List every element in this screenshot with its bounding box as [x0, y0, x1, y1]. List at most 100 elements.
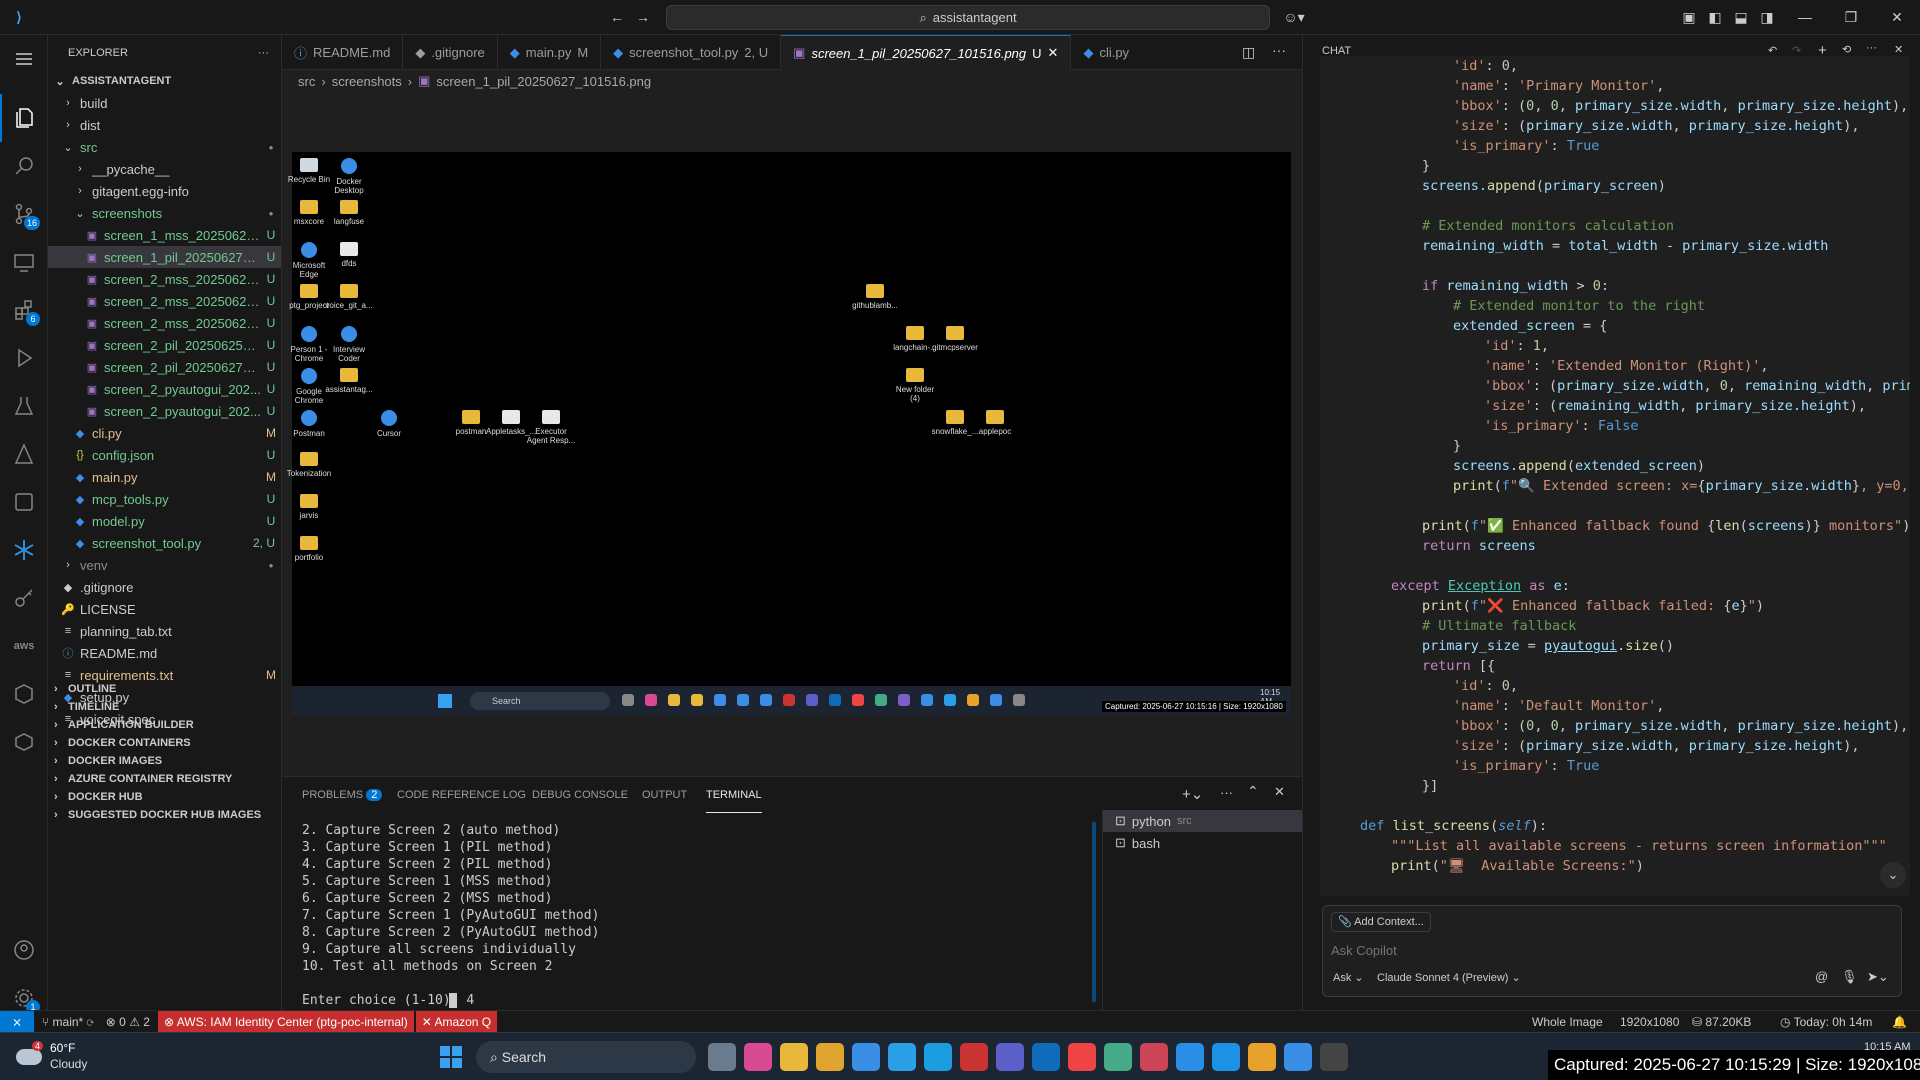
explorer-icon[interactable] [0, 94, 48, 142]
windows-start-button[interactable] [440, 1046, 462, 1068]
source-control-icon[interactable]: 16 [0, 190, 48, 238]
tab-terminal[interactable]: TERMINAL [706, 777, 762, 813]
file-tree-item[interactable]: ⌄ src ● [48, 136, 281, 158]
amazon-q-status-item[interactable]: ✕ Amazon Q [415, 1010, 498, 1033]
file-tree-item[interactable]: ⓘ README.md [48, 642, 281, 664]
sidebar-section[interactable]: › SUGGESTED DOCKER HUB IMAGES [48, 806, 281, 824]
file-tree-item[interactable]: › build [48, 92, 281, 114]
terminal-scrollbar[interactable] [1092, 822, 1096, 1002]
breadcrumb-item[interactable]: screen_1_pil_20250627_101516.png [436, 74, 651, 89]
tab-screenshot-tool[interactable]: ◆ screenshot_tool.py 2, U [601, 35, 782, 70]
taskbar-teams-icon[interactable] [996, 1043, 1024, 1071]
taskbar-edge-icon[interactable] [924, 1043, 952, 1071]
restore-icon[interactable]: ❐ [1842, 8, 1860, 26]
file-tree-item[interactable]: 🔑 LICENSE [48, 598, 281, 620]
taskbar-mybuild-icon[interactable] [852, 1043, 880, 1071]
taskbar-store-icon[interactable] [816, 1043, 844, 1071]
taskbar-folder-icon[interactable] [780, 1043, 808, 1071]
forward-arrow-icon[interactable]: → [634, 8, 652, 26]
taskbar-docker-icon[interactable] [1212, 1043, 1240, 1071]
new-terminal-icon[interactable]: +⌄ [1182, 785, 1203, 803]
time-tracker-item[interactable]: ◷ Today: 0h 14m [1780, 1015, 1872, 1029]
aws-explorer-icon[interactable] [0, 478, 48, 526]
search-icon[interactable] [0, 142, 48, 190]
file-tree-item[interactable]: › gitagent.egg-info [48, 180, 281, 202]
taskbar-help-icon[interactable] [888, 1043, 916, 1071]
file-tree-item[interactable]: › venv ● [48, 554, 281, 576]
tab-output[interactable]: OUTPUT [642, 777, 687, 813]
send-icon[interactable]: ➤⌄ [1867, 969, 1889, 985]
file-tree-item[interactable]: ▣ screen_2_pil_20250627_1... U [48, 356, 281, 378]
close-tab-icon[interactable]: ✕ [1048, 45, 1059, 61]
file-tree-item[interactable]: ⌄ screenshots ● [48, 202, 281, 224]
mention-icon[interactable]: @ [1815, 969, 1828, 984]
microphone-icon[interactable]: 🎙 [1841, 969, 1858, 985]
close-window-icon[interactable]: ✕ [1888, 8, 1906, 26]
menu-icon[interactable] [0, 35, 48, 83]
file-tree-item[interactable]: ◆ screenshot_tool.py 2, U [48, 532, 281, 554]
tab-main-py[interactable]: ◆ main.py M [498, 35, 602, 70]
testing-icon[interactable] [0, 382, 48, 430]
copilot-icon[interactable]: ☺▾ [1280, 8, 1308, 26]
file-tree-item[interactable]: ▣ screen_2_pil_20250625_1... U [48, 334, 281, 356]
aws-icon[interactable]: aws [0, 622, 48, 670]
extensions-icon[interactable]: 6 [0, 286, 48, 334]
whole-image-item[interactable]: Whole Image [1532, 1015, 1603, 1029]
breadcrumb-item[interactable]: screenshots [332, 74, 402, 89]
minimize-icon[interactable]: — [1796, 8, 1814, 26]
file-tree-item[interactable]: › __pycache__ [48, 158, 281, 180]
taskbar-pycharm-icon[interactable] [1284, 1043, 1312, 1071]
file-tree-item[interactable]: ▣ screen_1_mss_20250625_... U [48, 224, 281, 246]
more-actions-icon[interactable]: ··· [1220, 785, 1233, 800]
sidebar-section[interactable]: › AZURE CONTAINER REGISTRY [48, 770, 281, 788]
file-tree-item[interactable]: ◆ cli.py M [48, 422, 281, 444]
file-tree-item[interactable]: ▣ screen_2_pyautogui_202... U [48, 378, 281, 400]
taskbar-sublime-icon[interactable] [1248, 1043, 1276, 1071]
command-center-search[interactable]: ⌕ assistantagent [666, 5, 1270, 30]
mode-dropdown[interactable]: Ask ⌄ [1333, 971, 1364, 984]
history-icon[interactable]: ⟲ [1842, 43, 1851, 56]
taskbar-outlook-icon[interactable] [1032, 1043, 1060, 1071]
taskbar-chrome-profile-icon[interactable] [1104, 1043, 1132, 1071]
file-tree-item[interactable]: ▣ screen_2_pyautogui_202... U [48, 400, 281, 422]
run-debug-icon[interactable] [0, 334, 48, 382]
breadcrumb-item[interactable]: src [298, 74, 315, 89]
terminal-item-python[interactable]: ⊡ python src [1103, 810, 1302, 832]
tab-cli-py[interactable]: ◆ cli.py [1071, 35, 1141, 70]
file-tree-item[interactable]: ▣ screen_1_pil_20250627_1... U [48, 246, 281, 268]
tab-gitignore[interactable]: ◆ .gitignore [403, 35, 498, 70]
container-icon[interactable] [0, 670, 48, 718]
taskbar-terminal-icon[interactable] [1320, 1043, 1348, 1071]
split-editor-icon[interactable]: ◫ [1242, 44, 1255, 61]
close-panel-icon[interactable]: ✕ [1274, 784, 1285, 800]
aws-status-item[interactable]: ⊗ AWS: IAM Identity Center (ptg-poc-inte… [157, 1010, 414, 1033]
file-tree-item[interactable]: ◆ .gitignore [48, 576, 281, 598]
amazon-q-icon[interactable] [0, 430, 48, 478]
file-tree-item[interactable]: ▣ screen_2_mss_20250627_... U [48, 312, 281, 334]
toggle-panel-icon[interactable]: ⬓ [1732, 8, 1750, 26]
weather-icon[interactable]: 4 [16, 1041, 46, 1071]
tab-debug-console[interactable]: DEBUG CONSOLE [532, 777, 628, 813]
file-tree-item[interactable]: › dist [48, 114, 281, 136]
sidebar-section[interactable]: › APPLICATION BUILDER [48, 716, 281, 734]
sidebar-section[interactable]: › DOCKER IMAGES [48, 752, 281, 770]
close-chat-icon[interactable]: ✕ [1894, 43, 1903, 56]
taskbar-search-box[interactable]: ⌕ Search [476, 1041, 696, 1073]
ask-copilot-input[interactable] [1331, 940, 1891, 960]
snowflake-icon[interactable] [0, 526, 48, 574]
customize-layout-icon[interactable]: ▣ [1680, 8, 1698, 26]
taskbar-explorer-file-icon[interactable] [708, 1043, 736, 1071]
notifications-icon[interactable]: 🔔 [1892, 1015, 1907, 1029]
file-tree-item[interactable]: ◆ main.py M [48, 466, 281, 488]
back-arrow-icon[interactable]: ← [608, 8, 626, 26]
tab-code-reference-log[interactable]: CODE REFERENCE LOG [397, 777, 526, 813]
more-actions-icon[interactable]: ··· [258, 47, 269, 59]
key-icon[interactable] [0, 574, 48, 622]
file-tree-item[interactable]: ≡ planning_tab.txt [48, 620, 281, 642]
tab-readme[interactable]: ⓘ README.md [282, 35, 404, 70]
remote-explorer-icon[interactable] [0, 238, 48, 286]
tab-problems[interactable]: PROBLEMS 2 [302, 777, 383, 813]
taskbar-chrome-icon[interactable] [1068, 1043, 1096, 1071]
scroll-down-icon[interactable]: ⌄ [1880, 862, 1906, 888]
account-icon[interactable] [0, 926, 48, 974]
